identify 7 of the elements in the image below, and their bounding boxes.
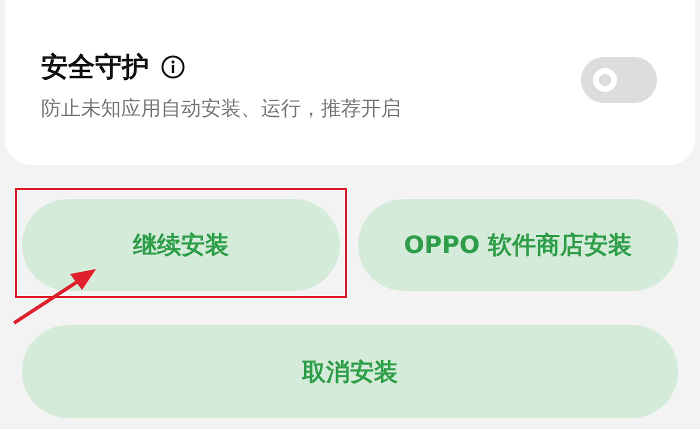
- info-icon[interactable]: [161, 55, 185, 79]
- continue-install-button[interactable]: 继续安装: [22, 199, 340, 291]
- cancel-install-button[interactable]: 取消安装: [22, 325, 678, 418]
- toggle-switch[interactable]: [581, 56, 657, 102]
- card-description: 防止未知应用自动安装、运行，推荐开启: [41, 95, 402, 122]
- store-install-button[interactable]: OPPO 软件商店安装: [358, 199, 678, 291]
- card-title: 安全守护: [41, 51, 149, 85]
